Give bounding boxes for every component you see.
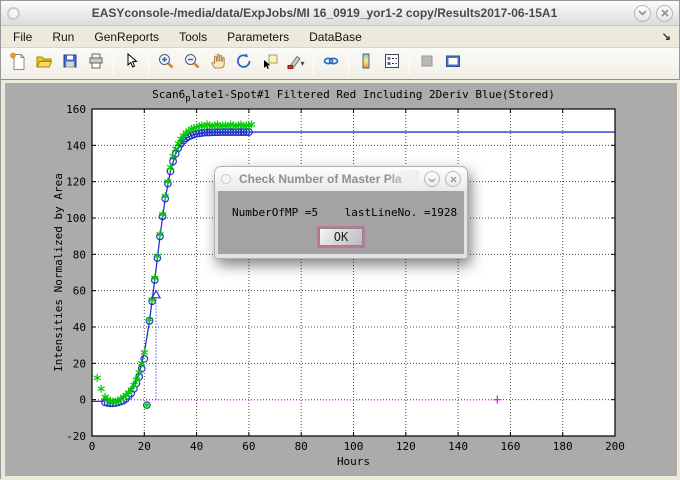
svg-text:120: 120 <box>396 440 416 453</box>
rotate-3d-button[interactable] <box>231 51 257 77</box>
zoom-in-button[interactable] <box>153 51 179 77</box>
svg-text:180: 180 <box>553 440 573 453</box>
svg-text:140: 140 <box>448 440 468 453</box>
window-title: EASYconsole-/media/data/ExpJobs/MI 16_09… <box>20 6 629 20</box>
new-file-icon <box>9 52 27 75</box>
menu-database[interactable]: DataBase <box>307 28 364 46</box>
svg-text:60: 60 <box>242 440 255 453</box>
titlebar[interactable]: EASYconsole-/media/data/ExpJobs/MI 16_09… <box>1 1 679 26</box>
menu-overflow-icon[interactable]: ↘ <box>662 30 671 43</box>
x-axis-label: Hours <box>337 455 370 468</box>
check-master-plates-dialog: Check Number of Master Pla NumberOfMP =5… <box>214 166 468 259</box>
menu-parameters[interactable]: Parameters <box>225 28 291 46</box>
figure-toolbar: ▾ <box>1 48 679 80</box>
ok-button[interactable]: OK <box>317 226 365 248</box>
svg-text:0: 0 <box>89 440 96 453</box>
rotate-icon <box>235 52 253 75</box>
toolbar-separator <box>348 53 349 75</box>
brush-button[interactable]: ▾ <box>283 51 309 77</box>
open-button[interactable] <box>31 51 57 77</box>
svg-text:80: 80 <box>73 248 86 261</box>
legend-icon <box>383 52 401 75</box>
menu-run[interactable]: Run <box>50 28 76 46</box>
svg-text:80: 80 <box>295 440 308 453</box>
hide-plot-tools-button[interactable] <box>414 51 440 77</box>
svg-text:-20: -20 <box>66 430 86 443</box>
shade-button[interactable] <box>634 5 651 22</box>
y-axis-label: Intensities Normalized by Area <box>52 173 65 372</box>
svg-text:140: 140 <box>66 139 86 152</box>
app-window: EASYconsole-/media/data/ExpJobs/MI 16_09… <box>0 0 680 479</box>
svg-text:20: 20 <box>73 357 86 370</box>
dialog-title-fade <box>385 170 419 188</box>
dialog-window-menu-icon[interactable] <box>221 174 231 184</box>
dock-figure-button[interactable] <box>440 51 466 77</box>
dock-figure-icon <box>444 52 462 75</box>
svg-text:160: 160 <box>66 103 86 116</box>
close-button[interactable] <box>656 5 673 22</box>
chevron-down-icon <box>428 170 436 188</box>
brush-dropdown-icon[interactable]: ▾ <box>300 59 304 68</box>
dialog-close-button[interactable] <box>445 171 461 187</box>
menu-file[interactable]: File <box>11 28 34 46</box>
insert-legend-button[interactable] <box>379 51 405 77</box>
svg-text:120: 120 <box>66 176 86 189</box>
open-folder-icon <box>35 52 53 75</box>
hide-plot-tools-icon <box>418 52 436 75</box>
pan-button[interactable] <box>205 51 231 77</box>
toolbar-separator <box>113 53 114 75</box>
ok-button-label: OK <box>319 228 363 246</box>
save-icon <box>61 52 79 75</box>
figure-canvas[interactable]: 020406080100120140160180200-200204060801… <box>5 83 677 476</box>
zoom-in-icon <box>157 52 175 75</box>
svg-text:200: 200 <box>605 440 625 453</box>
link-plots-icon <box>322 52 340 75</box>
print-icon <box>87 52 105 75</box>
window-menu-icon[interactable] <box>7 7 20 20</box>
menu-genreports[interactable]: GenReports <box>92 28 161 46</box>
new-file-button[interactable] <box>5 51 31 77</box>
menu-tools[interactable]: Tools <box>177 28 209 46</box>
svg-text:40: 40 <box>190 440 203 453</box>
svg-text:20: 20 <box>138 440 151 453</box>
insert-colorbar-button[interactable] <box>353 51 379 77</box>
svg-text:60: 60 <box>73 285 86 298</box>
svg-text:100: 100 <box>344 440 364 453</box>
svg-text:100: 100 <box>66 212 86 225</box>
dialog-titlebar[interactable]: Check Number of Master Pla <box>215 167 467 191</box>
chart-title: Scan6plate1-Spot#1 Filtered Red Includin… <box>152 88 555 104</box>
data-cursor-icon <box>261 52 279 75</box>
dialog-message: NumberOfMP =5 lastLineNo. =1928 <box>218 206 457 219</box>
toolbar-separator <box>148 53 149 75</box>
dialog-title-wrap: Check Number of Master Pla <box>239 170 419 188</box>
data-cursor-button[interactable] <box>257 51 283 77</box>
svg-text:40: 40 <box>73 321 86 334</box>
colorbar-icon <box>357 52 375 75</box>
toolbar-separator <box>409 53 410 75</box>
link-plots-button[interactable] <box>318 51 344 77</box>
growth-curve-chart[interactable]: 020406080100120140160180200-200204060801… <box>5 83 677 476</box>
menubar: File Run GenReports Tools Parameters Dat… <box>1 26 679 48</box>
pointer-icon <box>122 52 140 75</box>
figure-area: 020406080100120140160180200-200204060801… <box>1 80 680 480</box>
zoom-out-icon <box>183 52 201 75</box>
dialog-body: NumberOfMP =5 lastLineNo. =1928 OK <box>218 191 464 254</box>
svg-text:160: 160 <box>500 440 520 453</box>
svg-text:0: 0 <box>79 394 86 407</box>
chevron-down-icon <box>638 10 647 16</box>
dialog-shade-button[interactable] <box>424 171 440 187</box>
print-button[interactable] <box>83 51 109 77</box>
zoom-out-button[interactable] <box>179 51 205 77</box>
close-icon <box>450 170 457 188</box>
close-icon <box>661 9 669 17</box>
edit-pointer-button[interactable] <box>118 51 144 77</box>
dialog-title: Check Number of Master Pla <box>239 172 402 186</box>
toolbar-separator <box>313 53 314 75</box>
save-button[interactable] <box>57 51 83 77</box>
pan-hand-icon <box>209 52 227 75</box>
